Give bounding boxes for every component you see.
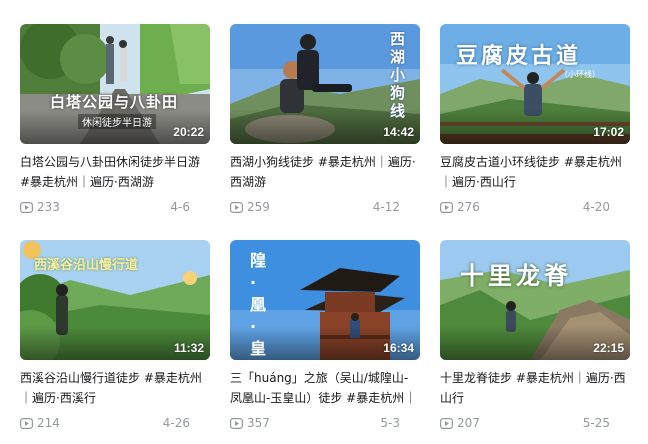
thumbnail-caption: 白塔公园与八卦田 <box>50 93 179 111</box>
publish-date: 4-6 <box>170 200 190 214</box>
play-count: 276 <box>440 200 480 214</box>
video-title[interactable]: 豆腐皮古道小环线徒步 #暴走杭州 ｜遍历·西山行 <box>440 152 630 192</box>
video-thumbnail[interactable]: 豆腐皮古道 （小环线） 17:02 <box>440 24 630 144</box>
video-duration: 20:22 <box>173 125 204 139</box>
play-count-value: 276 <box>457 200 480 214</box>
play-count: 207 <box>440 416 480 430</box>
video-title[interactable]: 十里龙脊徒步 #暴走杭州｜遍历·西山行 <box>440 368 630 408</box>
video-card[interactable]: 隍·凰·皇 16:34 三「huáng」之旅（吴山/城隍山-凤凰山-玉皇山）徒步… <box>230 240 420 434</box>
thumbnail-caption: 隍·凰·皇 <box>250 251 267 358</box>
publish-date: 5-3 <box>380 416 400 430</box>
video-duration: 11:32 <box>173 341 204 355</box>
thumbnail-caption: 豆腐皮古道 <box>456 44 582 69</box>
video-thumbnail[interactable]: 隍·凰·皇 16:34 <box>230 240 420 360</box>
thumbnail-caption: 十里龙脊 <box>460 262 572 290</box>
play-count-icon <box>20 417 33 429</box>
video-meta: 357 5-3 <box>230 415 420 431</box>
thumbnail-caption: 西溪谷沿山慢行道 <box>34 258 139 273</box>
play-count-value: 207 <box>457 416 480 430</box>
video-meta: 233 4-6 <box>20 199 210 215</box>
play-count-icon <box>230 417 243 429</box>
video-thumbnail[interactable]: 西湖小狗线 14:42 <box>230 24 420 144</box>
video-duration: 14:42 <box>383 125 414 139</box>
video-meta: 276 4-20 <box>440 199 630 215</box>
play-count: 357 <box>230 416 270 430</box>
play-count-value: 357 <box>247 416 270 430</box>
play-count-icon <box>230 201 243 213</box>
publish-date: 5-25 <box>582 416 610 430</box>
play-count-icon <box>440 417 453 429</box>
video-duration: 16:34 <box>383 341 414 355</box>
video-duration: 17:02 <box>593 125 624 139</box>
video-title[interactable]: 西溪谷沿山慢行道徒步 #暴走杭州 ｜遍历·西溪行 <box>20 368 210 408</box>
play-count-icon <box>20 201 33 213</box>
publish-date: 4-20 <box>582 200 610 214</box>
video-meta: 214 4-26 <box>20 415 210 431</box>
play-count: 259 <box>230 200 270 214</box>
play-count-value: 214 <box>37 416 60 430</box>
video-title[interactable]: 三「huáng」之旅（吴山/城隍山-凤凰山-玉皇山）徒步 #暴走杭州｜ <box>230 368 420 408</box>
publish-date: 4-26 <box>162 416 190 430</box>
play-count: 233 <box>20 200 60 214</box>
video-thumbnail[interactable]: 十里龙脊 22:15 <box>440 240 630 360</box>
video-duration: 22:15 <box>593 341 624 355</box>
play-count: 214 <box>20 416 60 430</box>
play-count-value: 233 <box>37 200 60 214</box>
video-thumbnail[interactable]: 白塔公园与八卦田 休闲徒步半日游 20:22 <box>20 24 210 144</box>
video-card[interactable]: 西湖小狗线 14:42 西湖小狗线徒步 #暴走杭州｜遍历·西湖游 259 4-1… <box>230 24 420 218</box>
thumbnail-subcaption: 休闲徒步半日游 <box>78 114 156 129</box>
video-thumbnail[interactable]: 西溪谷沿山慢行道 11:32 <box>20 240 210 360</box>
play-count-value: 259 <box>247 200 270 214</box>
play-count-icon <box>440 201 453 213</box>
video-card[interactable]: 豆腐皮古道 （小环线） 17:02 豆腐皮古道小环线徒步 #暴走杭州 ｜遍历·西… <box>440 24 630 218</box>
video-meta: 259 4-12 <box>230 199 420 215</box>
video-meta: 207 5-25 <box>440 415 630 431</box>
video-card[interactable]: 十里龙脊 22:15 十里龙脊徒步 #暴走杭州｜遍历·西山行 207 5-25 <box>440 240 630 434</box>
video-grid: 白塔公园与八卦田 休闲徒步半日游 20:22 白塔公园与八卦田休闲徒步半日游 #… <box>20 24 632 434</box>
publish-date: 4-12 <box>372 200 400 214</box>
thumbnail-caption: 西湖小狗线 <box>390 30 406 120</box>
video-card[interactable]: 白塔公园与八卦田 休闲徒步半日游 20:22 白塔公园与八卦田休闲徒步半日游 #… <box>20 24 210 218</box>
video-title[interactable]: 白塔公园与八卦田休闲徒步半日游 #暴走杭州｜遍历·西湖游 <box>20 152 210 192</box>
video-title[interactable]: 西湖小狗线徒步 #暴走杭州｜遍历·西湖游 <box>230 152 420 192</box>
thumbnail-subcaption: （小环线） <box>560 70 600 79</box>
video-card[interactable]: 西溪谷沿山慢行道 11:32 西溪谷沿山慢行道徒步 #暴走杭州 ｜遍历·西溪行 … <box>20 240 210 434</box>
